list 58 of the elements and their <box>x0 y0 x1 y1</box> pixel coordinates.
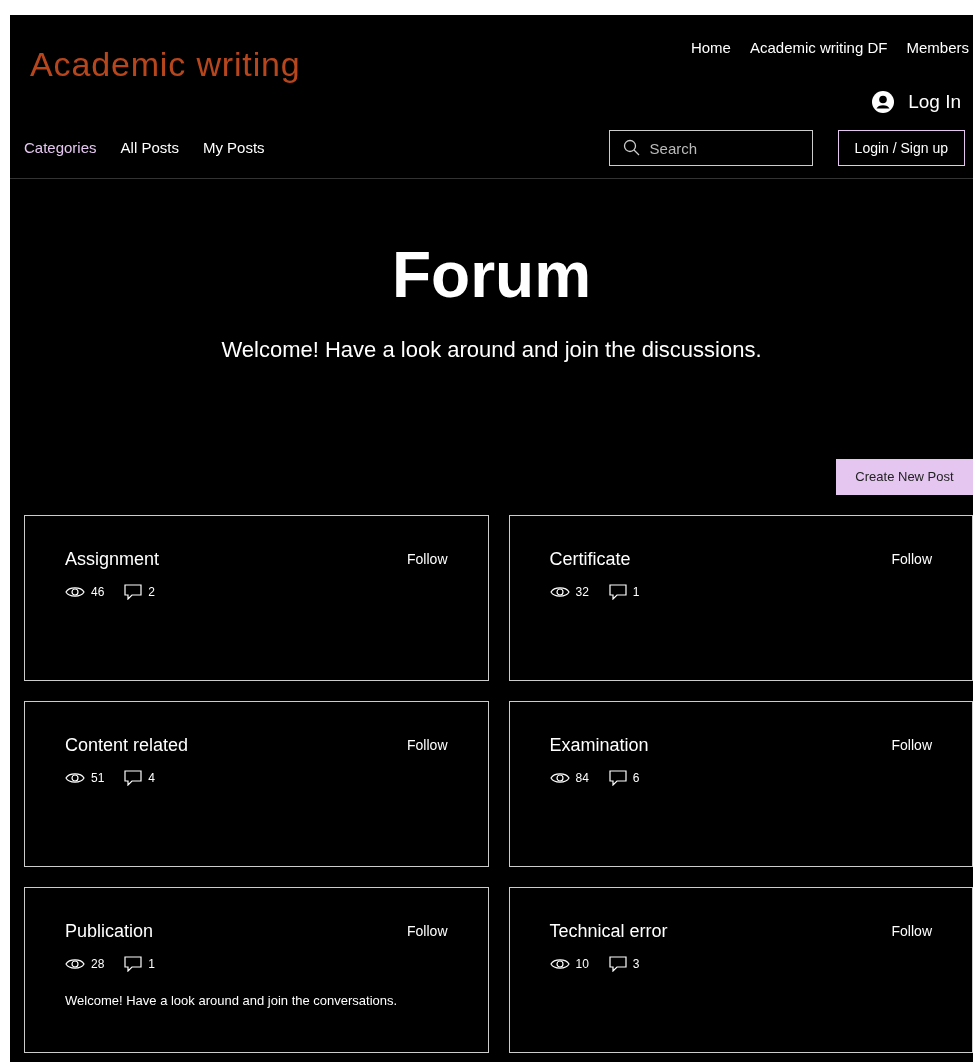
nav-link[interactable]: Home <box>690 37 731 60</box>
follow-button[interactable]: Follow <box>407 735 448 756</box>
follow-button[interactable]: Follow <box>891 921 932 942</box>
category-card[interactable]: Technical error Follow 10 3 <box>508 887 973 1053</box>
follow-button[interactable]: Follow <box>407 921 448 942</box>
comment-icon <box>608 770 627 786</box>
category-card[interactable]: Assignment Follow 46 2 <box>24 515 489 681</box>
category-title: Publication <box>65 920 154 943</box>
search-icon <box>622 139 640 156</box>
follow-button[interactable]: Follow <box>407 549 448 570</box>
log-in-button[interactable]: Log In <box>872 87 961 116</box>
category-description: Welcome! Have a look around and join the conversations. <box>65 992 399 1010</box>
nav-link[interactable]: Members <box>906 37 969 60</box>
category-title: Technical error <box>549 920 668 943</box>
follow-button[interactable]: Follow <box>891 735 932 756</box>
category-title: Examination <box>549 734 649 757</box>
view-count: 51 <box>91 770 105 787</box>
user-avatar-icon <box>872 90 895 113</box>
category-card[interactable]: Certificate Follow 32 1 <box>508 515 973 681</box>
comment-icon <box>124 956 143 972</box>
comment-count: 1 <box>632 584 640 601</box>
view-count: 32 <box>575 584 589 601</box>
comment-count: 2 <box>148 584 156 601</box>
create-post-button[interactable]: Create New Post <box>836 459 973 495</box>
category-title: Certificate <box>549 548 631 571</box>
forum-tab[interactable]: Categories <box>24 136 97 160</box>
category-title: Assignment <box>65 548 160 571</box>
forum-tab[interactable]: All Posts <box>120 136 179 160</box>
site-logo[interactable]: Academic writing <box>30 39 301 116</box>
view-count: 84 <box>575 770 589 787</box>
forum-title: Forum <box>391 243 592 307</box>
comment-icon <box>608 584 627 600</box>
forum-subtitle: Welcome! Have a look around and join the discussions. <box>221 336 762 364</box>
category-card[interactable]: Examination Follow 84 6 <box>508 701 973 867</box>
view-count: 10 <box>575 956 589 973</box>
comment-count: 1 <box>148 956 156 973</box>
eye-icon <box>549 771 570 785</box>
comment-icon <box>124 584 143 600</box>
view-count: 28 <box>91 956 105 973</box>
category-title: Content related <box>65 734 189 757</box>
forum-tab[interactable]: My Posts <box>202 136 265 160</box>
comment-icon <box>124 770 143 786</box>
login-signup-button[interactable]: Login / Sign up <box>837 130 965 166</box>
comment-icon <box>608 956 627 972</box>
category-card[interactable]: Content related Follow 51 4 <box>24 701 489 867</box>
eye-icon <box>549 957 570 971</box>
view-count: 46 <box>91 584 105 601</box>
eye-icon <box>65 771 85 785</box>
eye-icon <box>549 585 570 599</box>
nav-link[interactable]: Academic writing DF <box>749 37 888 60</box>
eye-icon <box>65 585 85 599</box>
category-card[interactable]: Publication Follow 28 1 Welcome! Have a look around and join the conversations. <box>24 887 489 1053</box>
comment-count: 4 <box>148 770 156 787</box>
comment-count: 3 <box>632 956 640 973</box>
follow-button[interactable]: Follow <box>891 549 932 570</box>
search-field[interactable]: Search <box>608 130 813 166</box>
eye-icon <box>65 957 85 971</box>
comment-count: 6 <box>632 770 640 787</box>
